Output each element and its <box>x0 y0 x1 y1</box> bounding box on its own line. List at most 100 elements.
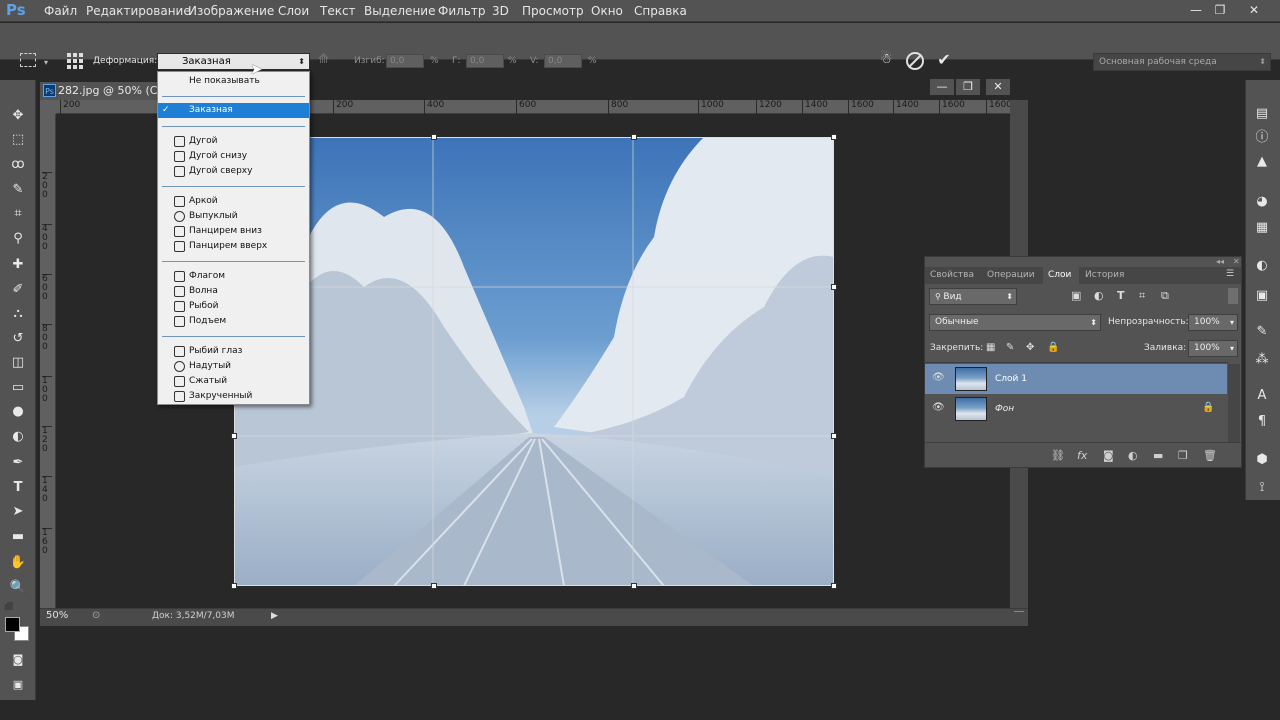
warp-option-shell-lower[interactable]: Панцирем вниз <box>158 224 309 239</box>
lock-pixels-icon[interactable]: ✎ <box>1006 342 1014 353</box>
tab-actions[interactable]: Операции <box>987 270 1035 280</box>
zoom-tool-icon[interactable]: 🔍 <box>7 578 29 598</box>
warp-handle[interactable] <box>231 433 237 439</box>
restore-icon[interactable]: ❐ <box>1210 2 1230 18</box>
tab-layers[interactable]: Слои <box>1048 270 1071 280</box>
warp-style-select[interactable]: Заказная ⬍ <box>157 53 310 70</box>
doc-close-icon[interactable]: ✕ <box>986 79 1010 95</box>
lock-all-icon[interactable]: 🔒 <box>1047 342 1059 353</box>
menu-3d[interactable]: 3D <box>492 4 509 18</box>
warp-option-inflate[interactable]: Надутый <box>158 359 309 374</box>
gradient-tool-icon[interactable]: ▭ <box>7 378 29 398</box>
doc-restore-icon[interactable]: ❐ <box>956 79 980 95</box>
zoom-level[interactable]: 50% <box>46 610 68 621</box>
commit-transform-icon[interactable]: ✔ <box>934 50 954 70</box>
quick-select-tool-icon[interactable]: ✎ <box>7 180 29 200</box>
screen-mode-icon[interactable]: ▣ <box>7 675 29 695</box>
move-tool-icon[interactable]: ✥ <box>7 106 29 126</box>
menu-select[interactable]: Выделение <box>364 4 435 18</box>
warp-handle[interactable] <box>431 134 437 140</box>
clone-stamp-tool-icon[interactable]: ⛬ <box>7 304 29 324</box>
menu-view[interactable]: Просмотр <box>522 4 584 18</box>
menu-layers[interactable]: Слои <box>278 4 309 18</box>
filter-adjustment-icon[interactable]: ◐ <box>1094 289 1104 302</box>
v-distortion-field[interactable]: 0,0 <box>544 54 582 68</box>
warp-handle[interactable] <box>631 134 637 140</box>
visibility-eye-icon[interactable]: 👁 <box>932 402 945 413</box>
link-layers-icon[interactable]: ⛓ <box>1051 449 1065 462</box>
new-layer-icon[interactable]: ❐ <box>1178 449 1188 462</box>
layer-name[interactable]: Слой 1 <box>995 374 1027 384</box>
vertical-ruler[interactable]: 200 400 600 800 100 120 140 160 <box>40 114 56 608</box>
warp-option-flag[interactable]: Флагом <box>158 269 309 284</box>
warp-handle[interactable] <box>831 433 837 439</box>
warp-option-arch[interactable]: Аркой <box>158 194 309 209</box>
warp-option-none[interactable]: Не показывать <box>158 74 309 89</box>
lock-position-icon[interactable]: ✥ <box>1026 342 1034 353</box>
layer-name[interactable]: Фон <box>995 404 1014 414</box>
layer-row-background[interactable]: 👁 Фон 🔒 <box>925 394 1227 424</box>
tool-preset-arrow-icon[interactable]: ▾ <box>44 58 48 67</box>
warp-option-rise[interactable]: Подъем <box>158 314 309 329</box>
histogram-panel-icon[interactable]: ▲ <box>1252 152 1272 172</box>
eyedropper-tool-icon[interactable]: ⚲ <box>7 229 29 249</box>
healing-brush-tool-icon[interactable]: ✚ <box>7 255 29 275</box>
opacity-field[interactable]: 100% ▾ <box>1188 314 1238 331</box>
brush-panel-icon[interactable]: ⁂ <box>1252 350 1272 370</box>
crop-tool-icon[interactable]: ⌗ <box>7 204 29 224</box>
status-menu-arrow-icon[interactable]: ▶ <box>271 611 278 621</box>
adjustments-panel-icon[interactable]: ◐ <box>1252 256 1272 276</box>
filter-toggle[interactable] <box>1228 288 1238 304</box>
warp-option-fisheye[interactable]: Рыбий глаз <box>158 344 309 359</box>
warp-option-twist[interactable]: Закрученный <box>158 389 309 404</box>
fill-field[interactable]: 100% ▾ <box>1188 340 1238 357</box>
dodge-tool-icon[interactable]: ◐ <box>7 427 29 447</box>
menu-window[interactable]: Окно <box>591 4 623 18</box>
panel-menu-icon[interactable]: ☰ <box>1226 269 1234 279</box>
path-selection-tool-icon[interactable]: ➤ <box>7 502 29 522</box>
history-panel-icon[interactable]: ▤ <box>1252 104 1272 124</box>
visibility-eye-icon[interactable]: 👁 <box>932 372 945 383</box>
filter-type-icon[interactable]: T <box>1117 289 1125 302</box>
paragraph-panel-icon[interactable]: ¶ <box>1252 412 1272 432</box>
menu-help[interactable]: Справка <box>634 4 687 18</box>
tab-properties[interactable]: Свойства <box>930 270 974 280</box>
layers-scrollbar[interactable] <box>1228 364 1240 442</box>
h-distortion-field[interactable]: 0,0 <box>466 54 504 68</box>
new-group-icon[interactable]: ▬ <box>1153 449 1163 462</box>
character-panel-icon[interactable]: A <box>1252 386 1272 406</box>
warp-option-wave[interactable]: Волна <box>158 284 309 299</box>
lasso-tool-icon[interactable]: ꝏ <box>7 155 29 175</box>
document-image[interactable] <box>234 137 834 586</box>
warp-option-arc[interactable]: Дугой <box>158 134 309 149</box>
minimize-icon[interactable]: — <box>1186 2 1206 18</box>
warp-handle[interactable] <box>631 583 637 589</box>
doc-minimize-icon[interactable]: — <box>930 79 954 95</box>
filter-pixel-icon[interactable]: ▣ <box>1071 289 1081 302</box>
ruler-corner[interactable] <box>40 100 56 114</box>
new-adjustment-layer-icon[interactable]: ◐ <box>1128 449 1138 462</box>
color-panel-icon[interactable]: ◕ <box>1252 192 1272 212</box>
warp-option-bulge[interactable]: Выпуклый <box>158 209 309 224</box>
layer-style-fx-icon[interactable]: fx <box>1077 449 1087 462</box>
hand-tool-icon[interactable]: ✋ <box>7 553 29 573</box>
transform-tool-icon[interactable] <box>20 53 36 67</box>
warp-handle[interactable] <box>431 583 437 589</box>
lock-transparent-icon[interactable]: ▦ <box>986 342 995 353</box>
menu-type[interactable]: Текст <box>320 4 356 18</box>
warp-option-fish[interactable]: Рыбой <box>158 299 309 314</box>
default-colors-icon[interactable]: ⬛ <box>4 602 14 611</box>
menu-filter[interactable]: Фильтр <box>438 4 485 18</box>
warp-handle[interactable] <box>831 583 837 589</box>
rectangle-tool-icon[interactable]: ▬ <box>7 527 29 547</box>
collapse-panel-icon[interactable]: ◂◂ <box>1216 257 1224 266</box>
foreground-color-swatch[interactable] <box>5 617 20 632</box>
cancel-transform-icon[interactable] <box>906 52 924 70</box>
change-orientation-icon[interactable]: ⟰ <box>318 52 338 70</box>
menu-file[interactable]: Файл <box>44 4 77 18</box>
type-tool-icon[interactable]: T <box>7 478 29 498</box>
filter-shape-icon[interactable]: ⌗ <box>1139 289 1145 303</box>
warp-handle[interactable] <box>231 583 237 589</box>
quick-mask-icon[interactable]: ◙ <box>7 650 29 670</box>
close-panel-icon[interactable]: ✕ <box>1233 257 1240 266</box>
